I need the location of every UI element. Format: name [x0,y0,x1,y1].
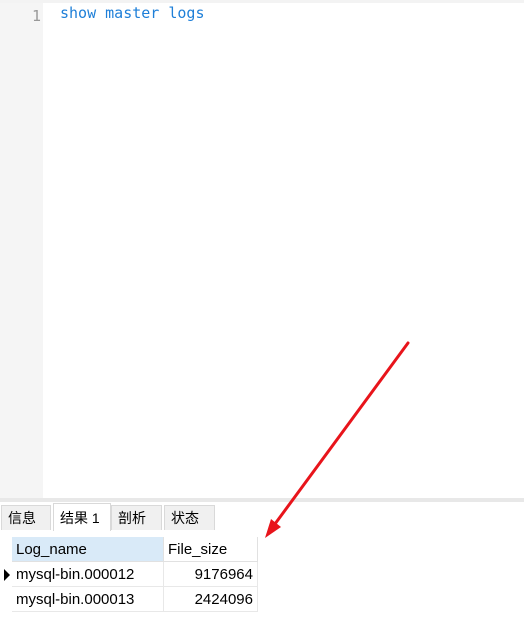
tab-profile[interactable]: 剖析 [111,505,162,530]
result-tab-bar: 信息 结果 1 剖析 状态 [0,502,524,532]
editor-top-border [0,0,524,3]
row-pointer-icon [4,569,10,581]
tab-result-1[interactable]: 结果 1 [53,503,111,532]
tab-info[interactable]: 信息 [1,505,51,530]
table-row[interactable]: mysql-bin.000012 9176964 [0,562,260,587]
result-grid: Log_name File_size mysql-bin.000012 9176… [0,531,524,623]
cell-log-name[interactable]: mysql-bin.000013 [12,587,164,612]
current-row-indicator [0,562,12,587]
line-number: 1 [31,7,41,25]
code-line[interactable]: show master logs [60,4,205,22]
column-header-log-name[interactable]: Log_name [12,537,164,562]
row-indicator [0,587,12,612]
tab-status[interactable]: 状态 [164,505,215,530]
table-row[interactable]: mysql-bin.000013 2424096 [0,587,260,612]
column-header-file-size[interactable]: File_size [164,537,258,562]
cell-file-size[interactable]: 9176964 [164,562,258,587]
sql-editor[interactable]: 1 show master logs [0,0,524,498]
line-number-gutter: 1 [0,3,43,498]
cell-log-name[interactable]: mysql-bin.000012 [12,562,164,587]
cell-file-size[interactable]: 2424096 [164,587,258,612]
